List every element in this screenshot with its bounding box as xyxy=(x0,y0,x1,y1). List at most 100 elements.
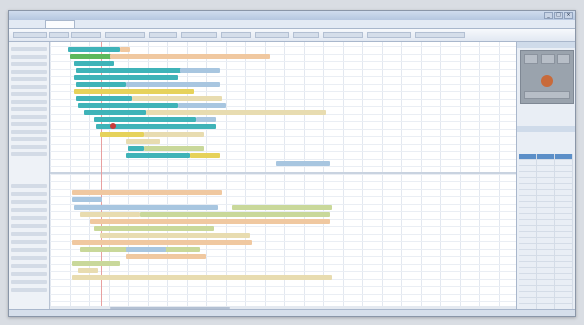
task-bar[interactable] xyxy=(276,161,330,166)
task-bar[interactable] xyxy=(196,117,216,122)
close-button[interactable]: × xyxy=(564,12,573,19)
task-bar[interactable] xyxy=(190,153,220,158)
task-name-cell[interactable] xyxy=(11,192,47,196)
task-bar[interactable] xyxy=(74,205,218,210)
task-name-cell[interactable] xyxy=(11,224,47,228)
task-name-cell[interactable] xyxy=(11,77,47,81)
column-header[interactable] xyxy=(555,154,573,159)
task-bar[interactable] xyxy=(126,82,220,87)
preview-cell[interactable] xyxy=(557,54,570,64)
task-bar[interactable] xyxy=(90,219,330,224)
ribbon-button[interactable] xyxy=(13,32,47,38)
task-bar[interactable] xyxy=(94,226,214,231)
tab-help[interactable] xyxy=(249,20,271,28)
task-bar[interactable] xyxy=(74,75,178,80)
column-header[interactable] xyxy=(519,154,537,159)
ribbon-button[interactable] xyxy=(415,32,465,38)
ribbon-button[interactable] xyxy=(323,32,363,38)
task-bar[interactable] xyxy=(144,132,204,137)
task-name-cell[interactable] xyxy=(11,152,47,156)
tab-report[interactable] xyxy=(115,20,143,28)
task-bar[interactable] xyxy=(94,117,196,122)
tab-resource[interactable] xyxy=(81,20,109,28)
task-bar[interactable] xyxy=(146,110,326,115)
task-name-cell[interactable] xyxy=(11,232,47,236)
task-bar[interactable] xyxy=(144,146,204,151)
task-name-cell[interactable] xyxy=(11,208,47,212)
task-bar[interactable] xyxy=(78,268,98,273)
task-bar[interactable] xyxy=(126,139,160,144)
ribbon-button[interactable] xyxy=(255,32,289,38)
task-bar[interactable] xyxy=(126,247,166,252)
task-bar[interactable] xyxy=(72,240,252,245)
task-name-cell[interactable] xyxy=(11,84,47,89)
task-name-cell[interactable] xyxy=(11,264,47,268)
tab-format[interactable] xyxy=(215,20,243,28)
task-bar[interactable] xyxy=(84,110,146,115)
task-bar[interactable] xyxy=(68,47,120,52)
task-bar[interactable] xyxy=(76,68,184,73)
task-name-cell[interactable] xyxy=(11,144,47,149)
task-bar[interactable] xyxy=(232,205,332,210)
task-bar[interactable] xyxy=(72,197,102,202)
task-bar[interactable] xyxy=(74,61,114,66)
ribbon-button[interactable] xyxy=(221,32,251,38)
task-bar[interactable] xyxy=(100,233,250,238)
task-name-cell[interactable] xyxy=(11,129,47,134)
preview-cell[interactable] xyxy=(541,54,555,64)
task-name-cell[interactable] xyxy=(11,200,47,204)
task-name-cell[interactable] xyxy=(11,92,47,96)
task-bar[interactable] xyxy=(110,54,270,59)
ribbon-button[interactable] xyxy=(367,32,411,38)
tab-view[interactable] xyxy=(185,20,209,28)
task-name-cell[interactable] xyxy=(11,137,47,141)
ribbon-button[interactable] xyxy=(293,32,319,38)
column-header[interactable] xyxy=(537,154,555,159)
task-name-cell[interactable] xyxy=(11,54,47,59)
task-name-cell[interactable] xyxy=(11,114,47,119)
task-name-cell[interactable] xyxy=(11,62,47,66)
task-bar[interactable] xyxy=(72,190,222,195)
gantt-chart-area[interactable] xyxy=(50,42,516,310)
task-bar[interactable] xyxy=(72,275,332,280)
task-bar[interactable] xyxy=(120,47,130,52)
ribbon-button[interactable] xyxy=(49,32,69,38)
tab-project[interactable] xyxy=(149,20,179,28)
task-bar[interactable] xyxy=(80,212,140,217)
preview-cell[interactable] xyxy=(524,54,538,64)
task-bar[interactable] xyxy=(126,254,206,259)
ribbon-button[interactable] xyxy=(105,32,145,38)
task-name-cell[interactable] xyxy=(11,280,47,284)
task-bar[interactable] xyxy=(140,212,330,217)
task-bar[interactable] xyxy=(72,261,120,266)
task-bar[interactable] xyxy=(126,153,190,158)
task-name-cell[interactable] xyxy=(11,107,47,111)
task-bar[interactable] xyxy=(178,103,226,108)
task-name-cell[interactable] xyxy=(11,288,47,292)
task-bar[interactable] xyxy=(76,82,126,87)
ribbon-button[interactable] xyxy=(149,32,177,38)
task-bar[interactable] xyxy=(128,146,144,151)
maximize-button[interactable]: □ xyxy=(554,12,563,19)
task-name-cell[interactable] xyxy=(11,240,47,244)
task-bar[interactable] xyxy=(76,96,132,101)
task-name-cell[interactable] xyxy=(11,272,47,276)
tab-file[interactable] xyxy=(13,20,39,28)
task-name-cell[interactable] xyxy=(11,69,47,74)
task-bar[interactable] xyxy=(132,96,222,101)
task-name-cell[interactable] xyxy=(11,47,47,51)
task-bar[interactable] xyxy=(74,89,194,94)
task-name-cell[interactable] xyxy=(11,216,47,220)
task-bar[interactable] xyxy=(100,132,144,137)
preview-cell[interactable] xyxy=(524,91,570,99)
tab-task[interactable] xyxy=(45,20,75,28)
task-name-cell[interactable] xyxy=(11,248,47,252)
task-name-cell[interactable] xyxy=(11,122,47,126)
task-bar[interactable] xyxy=(180,68,220,73)
ribbon-button[interactable] xyxy=(71,32,101,38)
ribbon-button[interactable] xyxy=(181,32,217,38)
task-name-cell[interactable] xyxy=(11,256,47,260)
task-name-cell[interactable] xyxy=(11,99,47,104)
task-bar[interactable] xyxy=(78,103,178,108)
task-name-cell[interactable] xyxy=(11,184,47,188)
